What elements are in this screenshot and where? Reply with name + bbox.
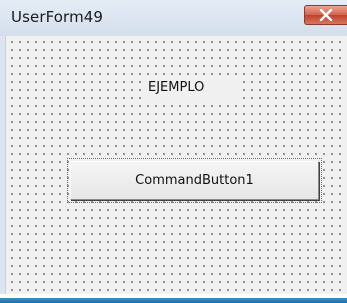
label-control[interactable]: EJEMPLO <box>142 76 238 100</box>
command-button[interactable]: CommandButton1 <box>67 158 322 203</box>
userform-window: UserForm49 EJEMPLO CommandButton1 <box>0 0 347 303</box>
window-bottom-edge <box>0 294 347 303</box>
close-button[interactable] <box>304 5 347 25</box>
title-bar[interactable]: UserForm49 <box>0 0 347 36</box>
label-caption: EJEMPLO <box>148 80 205 95</box>
window-title: UserForm49 <box>11 8 104 26</box>
close-icon <box>319 9 333 21</box>
form-design-surface[interactable]: EJEMPLO CommandButton1 <box>5 36 347 294</box>
